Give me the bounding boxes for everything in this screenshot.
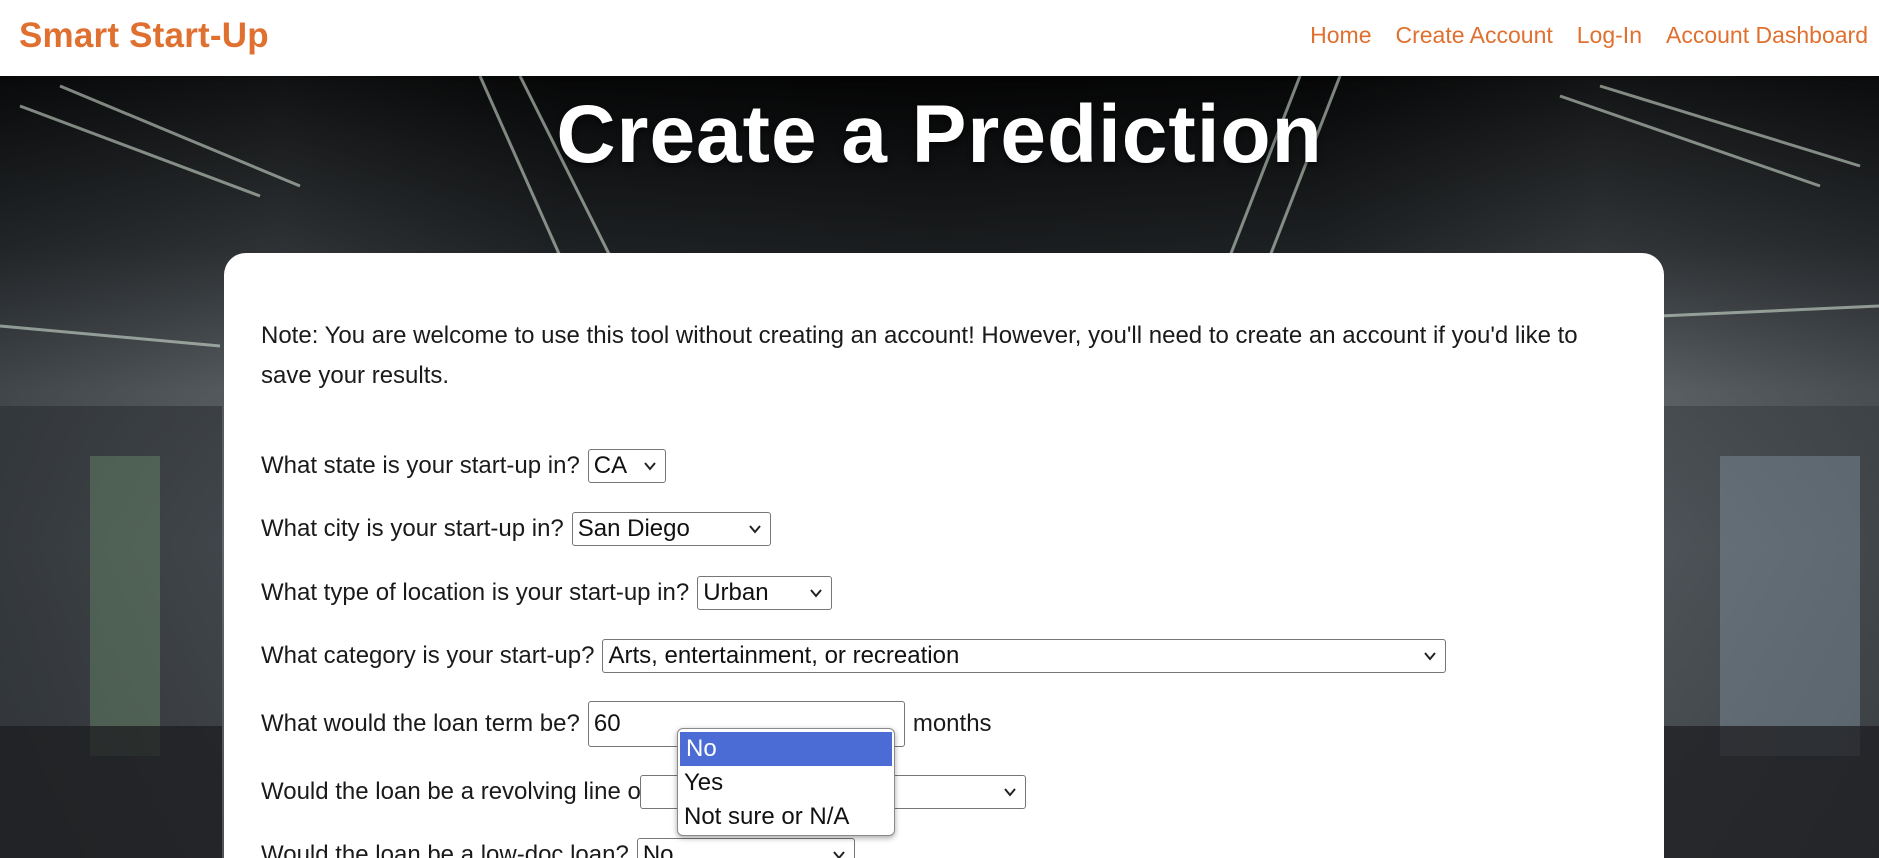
prediction-form-card: Note: You are welcome to use this tool w…: [224, 253, 1664, 858]
state-select-value: CA: [593, 452, 628, 479]
nav-link-create-account[interactable]: Create Account: [1396, 22, 1553, 49]
low-doc-label: Would the loan be a low-doc loan?: [261, 841, 629, 858]
loan-term-label: What would the loan term be?: [261, 710, 580, 737]
page-title: Create a Prediction: [556, 89, 1323, 180]
nav-link-account-dashboard[interactable]: Account Dashboard: [1666, 22, 1868, 49]
location-type-label: What type of location is your start-up i…: [261, 579, 690, 606]
chevron-down-icon: [1424, 652, 1437, 661]
location-type-row: What type of location is your start-up i…: [261, 576, 833, 610]
brand-logo[interactable]: Smart Start-Up: [19, 16, 269, 56]
category-select-value: Arts, entertainment, or recreation: [608, 642, 960, 669]
nav-link-home[interactable]: Home: [1310, 22, 1371, 49]
city-select[interactable]: San Diego: [571, 512, 771, 546]
state-label: What state is your start-up in?: [261, 452, 580, 479]
revolving-label: Would the loan be a revolving line o: [261, 778, 641, 805]
revolving-row: Would the loan be a revolving line o: [261, 775, 1026, 809]
option-yes[interactable]: Yes: [678, 766, 894, 800]
nav-link-log-in[interactable]: Log-In: [1577, 22, 1642, 49]
chevron-down-icon: [1004, 788, 1016, 797]
low-doc-select-value: No: [642, 841, 674, 858]
low-doc-row: Would the loan be a low-doc loan? No: [261, 838, 855, 858]
city-label: What city is your start-up in?: [261, 515, 564, 542]
category-label: What category is your start-up?: [261, 642, 595, 669]
low-doc-select[interactable]: No: [636, 838, 855, 858]
state-row: What state is your start-up in? CA: [261, 449, 666, 483]
chevron-down-icon: [810, 589, 822, 598]
top-navbar: Smart Start-Up Home Create Account Log-I…: [0, 0, 1879, 76]
account-note: Note: You are welcome to use this tool w…: [261, 322, 1578, 389]
chevron-down-icon: [644, 462, 656, 471]
chevron-down-icon: [748, 525, 761, 534]
loan-term-unit: months: [912, 710, 992, 737]
option-not-sure[interactable]: Not sure or N/A: [678, 800, 894, 834]
chevron-down-icon: [833, 851, 845, 858]
location-type-select[interactable]: Urban: [697, 576, 833, 610]
revolving-options-popup: No Yes Not sure or N/A: [677, 728, 895, 836]
city-select-value: San Diego: [577, 515, 690, 542]
state-select[interactable]: CA: [587, 449, 666, 483]
option-no[interactable]: No: [680, 732, 892, 766]
location-type-select-value: Urban: [703, 579, 769, 606]
category-row: What category is your start-up? Arts, en…: [261, 639, 1447, 673]
category-select[interactable]: Arts, entertainment, or recreation: [602, 639, 1447, 673]
nav-links: Home Create Account Log-In Account Dashb…: [1286, 22, 1868, 49]
loan-term-value: 60: [593, 710, 621, 737]
city-row: What city is your start-up in? San Diego: [261, 512, 771, 546]
